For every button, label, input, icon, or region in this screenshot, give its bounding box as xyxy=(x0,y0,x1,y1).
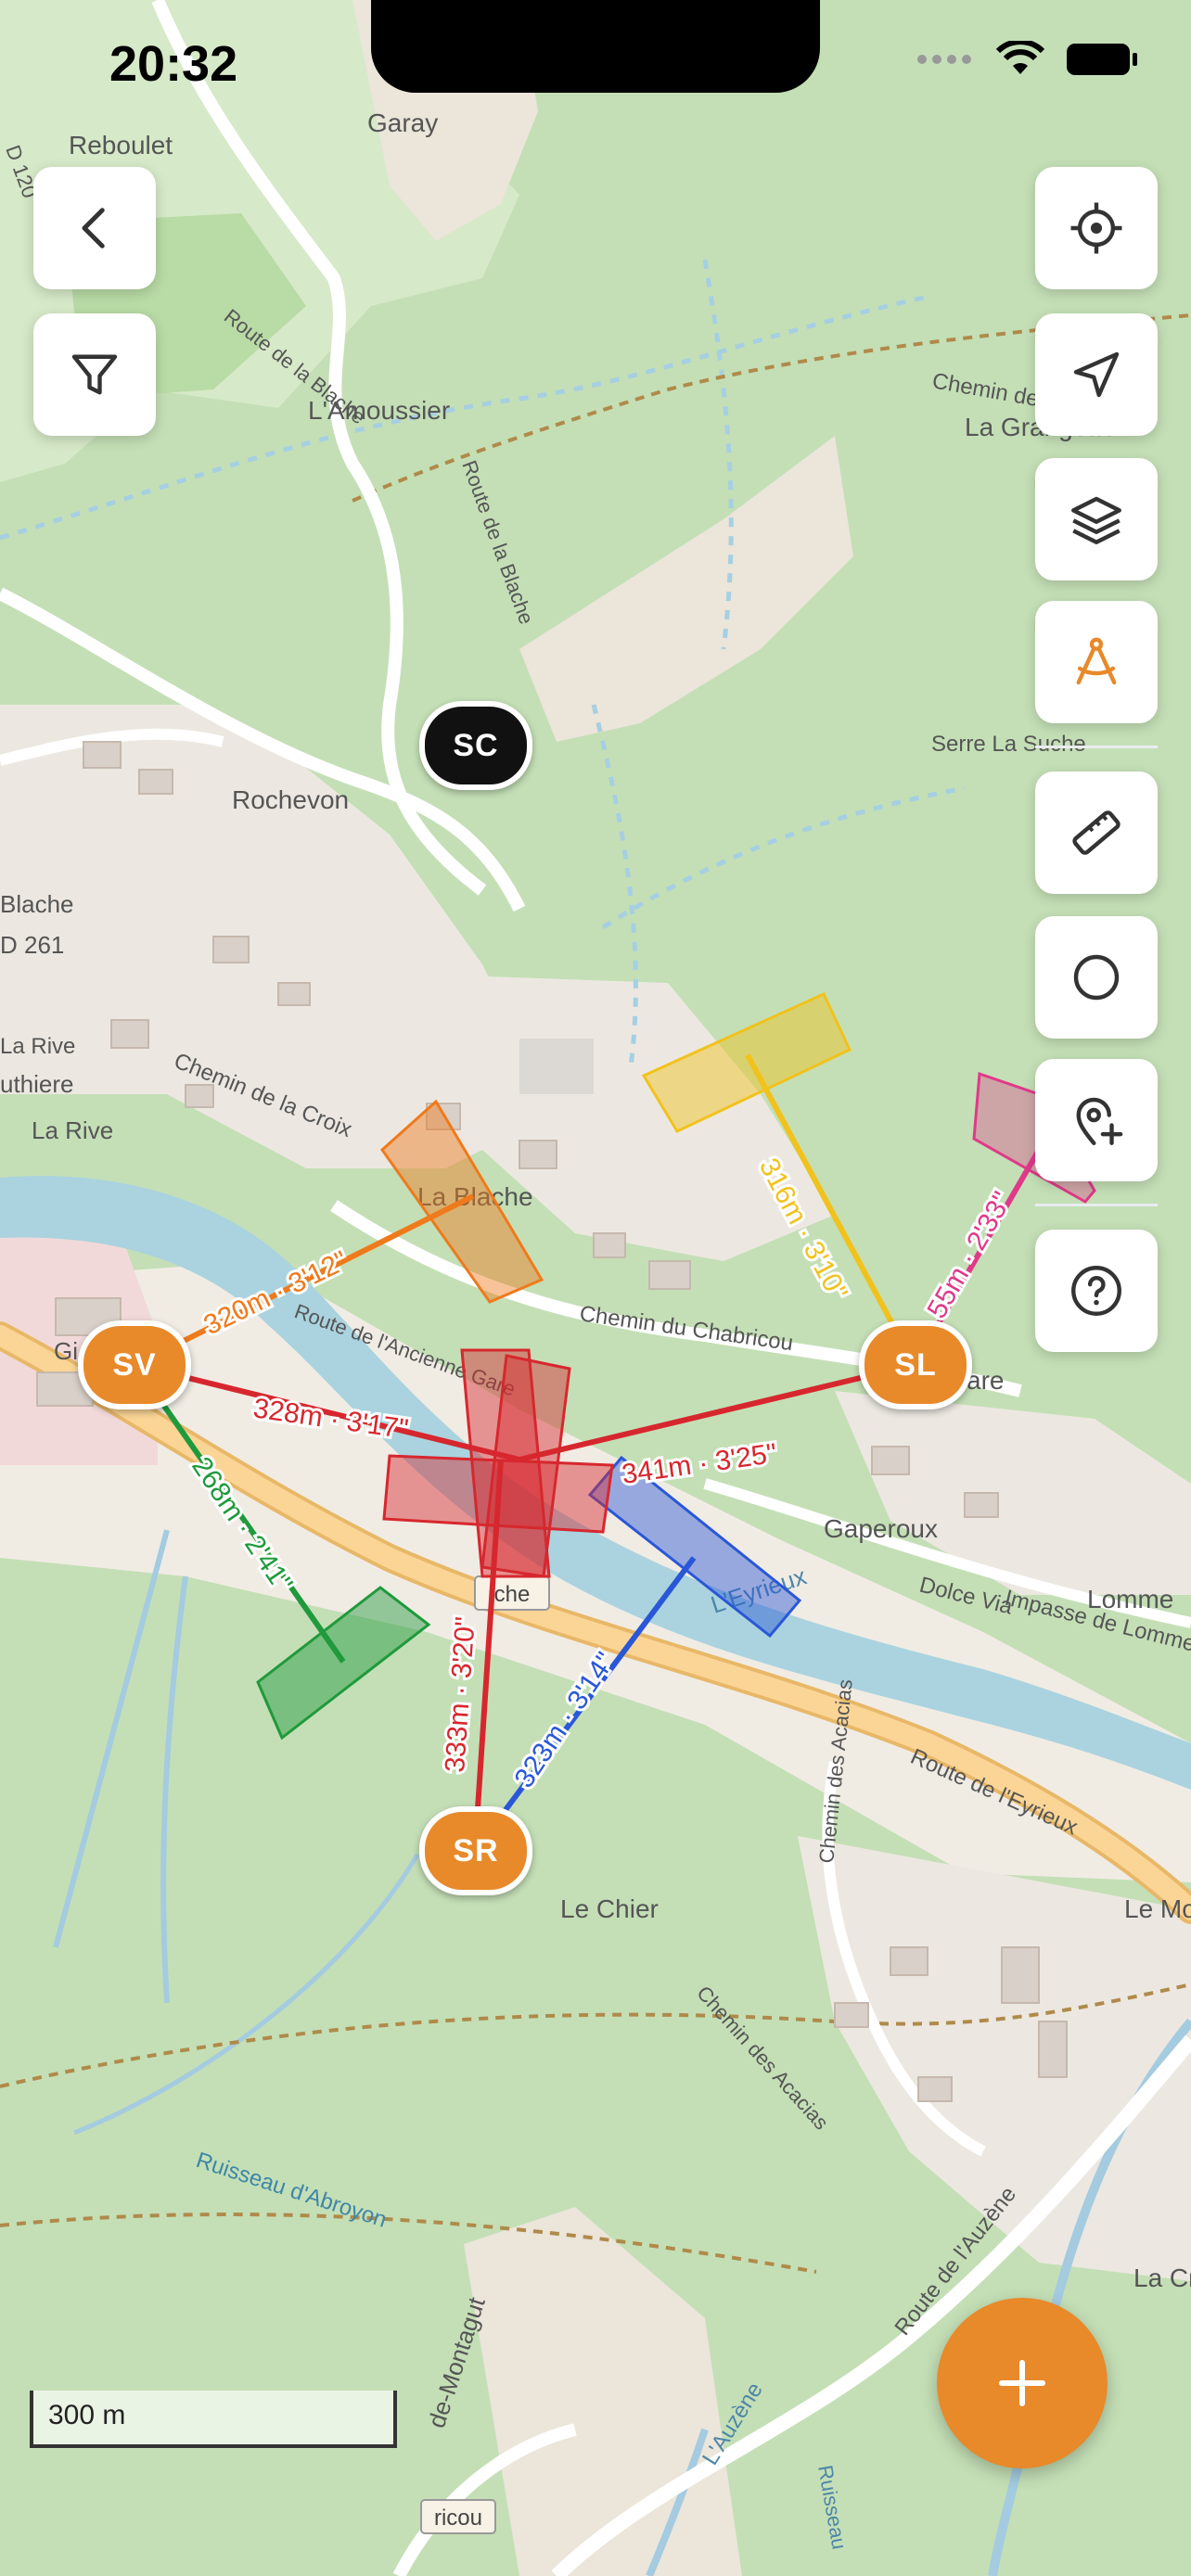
station-marker-sc[interactable]: SC xyxy=(419,701,532,790)
place-label: Rochevon xyxy=(232,785,349,814)
layers-icon xyxy=(1071,496,1121,544)
place-label: uthiere xyxy=(0,1070,74,1098)
station-marker-sr[interactable]: SR xyxy=(419,1806,532,1895)
svg-text:ricou: ricou xyxy=(434,2506,482,2531)
question-icon xyxy=(1071,1266,1121,1316)
place-label: Le Mo xyxy=(1124,1894,1191,1923)
compass-drawing-icon xyxy=(1076,637,1117,685)
pin-plus-icon xyxy=(1076,1097,1123,1145)
place-label: La Rive xyxy=(32,1116,113,1144)
battery-icon xyxy=(1067,44,1137,75)
road-shield-d120: che xyxy=(474,1575,550,1611)
circle-icon xyxy=(1073,954,1120,1001)
navigate-button[interactable] xyxy=(1035,313,1158,436)
layers-button[interactable] xyxy=(1035,458,1158,580)
wifi-icon xyxy=(996,41,1044,74)
place-label: La Cr xyxy=(1133,2264,1191,2292)
add-button[interactable] xyxy=(937,2298,1108,2468)
status-icons xyxy=(916,41,1139,78)
navigation-arrow-icon xyxy=(1073,351,1120,398)
crosshair-icon xyxy=(1070,202,1122,254)
place-label: Reboulet xyxy=(69,131,173,159)
help-button[interactable] xyxy=(1035,1230,1158,1352)
map-canvas[interactable]: Garay Reboulet L'Amoussier Rochevon La G… xyxy=(0,0,1191,2576)
locate-button[interactable] xyxy=(1035,167,1158,289)
ruler-button[interactable] xyxy=(1035,772,1158,894)
place-label: Blache xyxy=(0,890,74,918)
ruler-icon xyxy=(1072,810,1121,855)
road-shield-d261: ricou xyxy=(420,2499,496,2534)
circle-button[interactable] xyxy=(1035,916,1158,1039)
place-label: D 261 xyxy=(0,931,64,959)
toolbar-divider xyxy=(1035,1204,1158,1206)
scale-bar: 300 m xyxy=(30,2391,397,2448)
station-marker-sl[interactable]: SL xyxy=(859,1320,972,1409)
svg-text:che: che xyxy=(494,1582,531,1607)
status-time: 20:32 xyxy=(109,36,238,92)
filter-button[interactable] xyxy=(33,313,156,436)
place-label: are xyxy=(967,1366,1004,1395)
status-bar: 20:32 xyxy=(0,0,1191,130)
compass-tool-button[interactable] xyxy=(1035,601,1158,723)
place-label: La Rive xyxy=(0,1034,75,1059)
plus-icon xyxy=(998,2359,1046,2407)
signal-icon xyxy=(917,55,971,64)
scale-label: 300 m xyxy=(48,2400,126,2430)
place-label: Le Chier xyxy=(560,1894,659,1923)
back-button[interactable] xyxy=(33,167,156,289)
place-label: Gi xyxy=(54,1337,78,1365)
station-marker-sv[interactable]: SV xyxy=(78,1320,191,1409)
notch xyxy=(371,0,820,93)
filter-icon xyxy=(71,354,118,395)
place-label: Serre La Suche xyxy=(931,732,1086,757)
place-label: Gaperoux xyxy=(824,1514,938,1543)
toolbar-divider xyxy=(1035,746,1158,748)
chevron-left-icon xyxy=(82,208,105,249)
add-location-button[interactable] xyxy=(1035,1059,1158,1181)
